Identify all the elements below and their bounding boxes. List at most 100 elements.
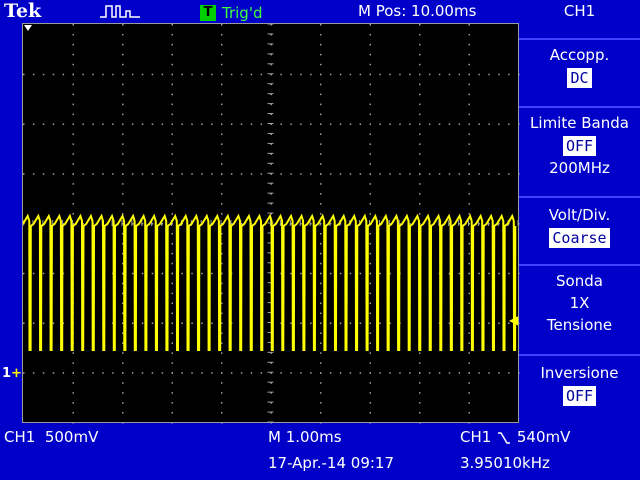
graticule-dot [349, 73, 352, 76]
graticule-dot [171, 392, 173, 394]
graticule-dot [369, 412, 371, 414]
menu-button-probe[interactable]: Sonda 1X Tensione [519, 264, 640, 354]
graticule-dot [438, 123, 441, 125]
graticule-dot [221, 203, 223, 205]
graticule-dot [191, 322, 193, 324]
graticule-dot [329, 372, 332, 374]
graticule-dot [369, 83, 371, 86]
graticule-dot [221, 163, 223, 165]
graticule-dot [171, 63, 173, 66]
graticule-dot [42, 322, 45, 324]
graticule-dot [122, 183, 124, 185]
graticule-dot [161, 372, 164, 374]
menu-label-volts-div: Volt/Div. [548, 206, 611, 224]
graticule-dot [151, 372, 154, 374]
graticule-dot [448, 123, 451, 125]
graticule-dot [359, 272, 362, 275]
graticule-dot [320, 24, 322, 26]
trigger-status-text: Trig'd [222, 3, 263, 22]
graticule-dot [171, 53, 173, 56]
graticule-dot [419, 173, 421, 175]
graticule-dot [62, 123, 65, 125]
trigger-level-arrow-icon[interactable]: ◀ [509, 313, 518, 327]
channel-1-ground-marker[interactable]: 1+ [2, 366, 22, 381]
graticule-dot [300, 272, 302, 275]
graticule-dot [369, 362, 371, 364]
graticule-dot [419, 143, 421, 145]
graticule-dot [389, 372, 391, 374]
graticule-dot [171, 262, 173, 265]
waveform-display[interactable] [22, 23, 520, 424]
menu-label-coupling: Accopp. [549, 46, 610, 64]
graticule-dot [161, 123, 164, 125]
graticule-dot [468, 252, 470, 255]
graticule-dot [221, 143, 223, 145]
graticule-dot [122, 372, 124, 374]
graticule-dot [211, 322, 213, 324]
graticule-dot [310, 272, 312, 275]
graticule-dot [92, 73, 94, 76]
graticule-dot [122, 193, 124, 195]
graticule-dot [369, 262, 371, 265]
graticule-dot [478, 73, 480, 76]
graticule-dot [52, 272, 55, 275]
graticule-dot [419, 53, 421, 56]
graticule-dot [250, 173, 253, 175]
menu-button-coupling[interactable]: Accopp. DC [519, 38, 640, 106]
graticule-dot [468, 422, 470, 424]
menu-button-invert[interactable]: Inversione OFF [519, 354, 640, 430]
graticule-dot [122, 43, 124, 46]
graticule-dot [428, 173, 431, 175]
graticule-dot [230, 73, 233, 76]
graticule-dot [171, 33, 173, 36]
menu-button-bandwidth-limit[interactable]: Limite Banda OFF 200MHz [519, 106, 640, 196]
graticule-dot [468, 242, 470, 245]
trigger-position-marker-icon [24, 25, 32, 31]
graticule-dot [201, 272, 203, 275]
graticule-dot [458, 123, 461, 125]
graticule-dot [488, 123, 490, 125]
side-menu: CH1 Accopp. DC Limite Banda OFF 200MHz V… [519, 0, 640, 430]
graticule-dot [72, 24, 74, 26]
graticule-dot [122, 33, 124, 36]
graticule-dot [389, 73, 391, 76]
graticule-dot [369, 103, 371, 106]
graticule-dot [419, 193, 421, 195]
graticule-dot [211, 272, 213, 275]
graticule-dot [72, 362, 74, 364]
menu-title: CH1 [563, 2, 596, 20]
graticule-dot [171, 193, 173, 195]
graticule-dot [141, 272, 144, 275]
graticule-dot [369, 63, 371, 66]
graticule-dot [250, 123, 253, 125]
graticule-dot [369, 342, 371, 344]
graticule-dot [478, 272, 480, 275]
graticule-dot [52, 173, 55, 175]
graticule-dot [72, 43, 74, 46]
graticule-dot [201, 73, 203, 76]
graticule-dot [468, 123, 470, 125]
graticule-dot [419, 422, 421, 424]
graticule-dot [468, 332, 470, 334]
graticule-dot [379, 73, 381, 76]
graticule-dot [320, 213, 322, 215]
graticule-dot [349, 322, 352, 324]
graticule-dot [42, 173, 45, 175]
graticule-dot [171, 123, 173, 125]
menu-button-volts-div[interactable]: Volt/Div. Coarse [519, 196, 640, 264]
graticule-dot [320, 262, 322, 265]
graticule-dot [122, 352, 124, 354]
graticule-dot [320, 382, 322, 384]
graticule-dot [171, 312, 173, 315]
graticule-dot [488, 322, 490, 324]
graticule-dot [72, 352, 74, 354]
graticule-dot [488, 272, 490, 275]
graticule-dot [369, 163, 371, 165]
channel-scale-readout: CH1 500mV [4, 428, 99, 446]
graticule-dot [329, 173, 332, 175]
graticule-dot [171, 163, 173, 165]
graticule-dot [329, 272, 332, 275]
graticule-dot [310, 123, 312, 125]
graticule-dot [240, 123, 243, 125]
graticule-dot [468, 83, 470, 86]
